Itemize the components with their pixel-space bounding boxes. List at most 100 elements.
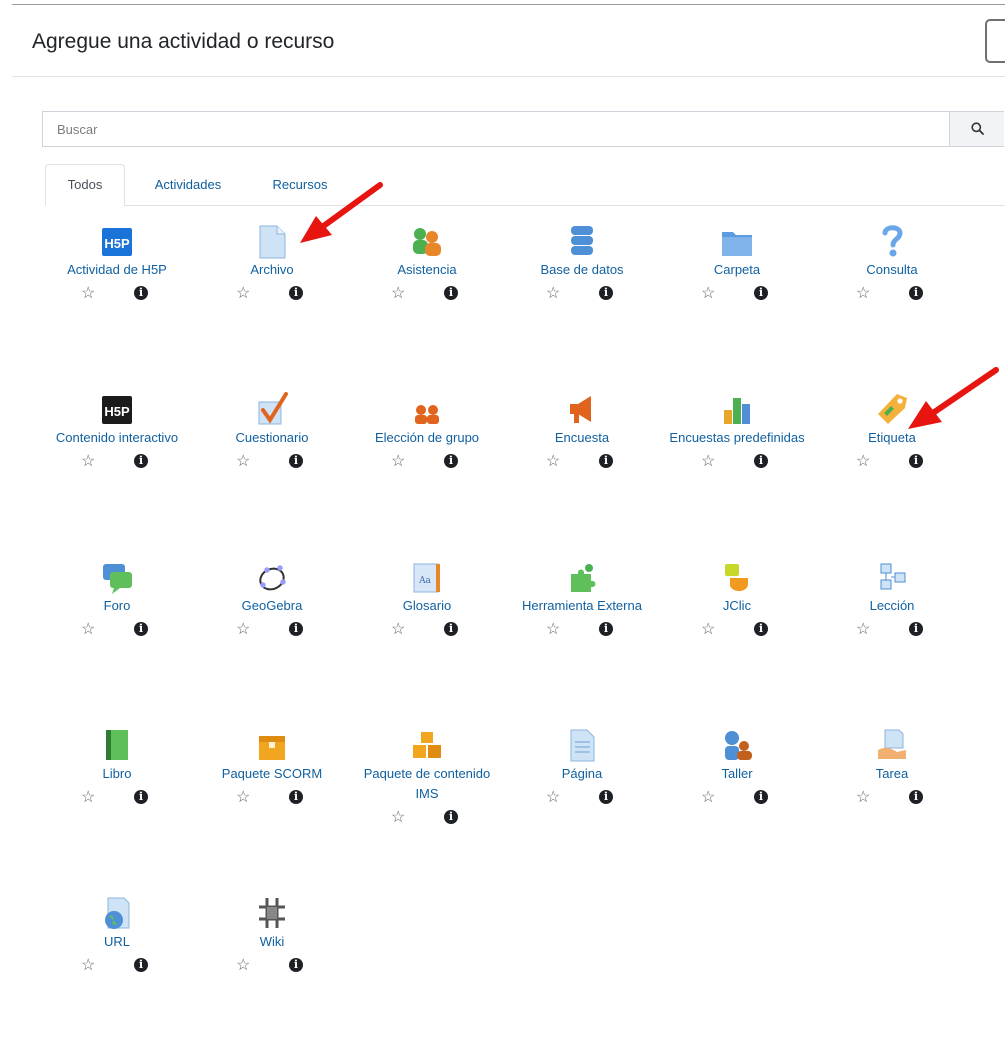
activity-name: Encuestas predefinidas <box>669 430 805 445</box>
activity-item[interactable]: Consulta ☆ i <box>817 212 967 310</box>
info-icon[interactable]: i <box>289 622 303 636</box>
info-icon[interactable]: i <box>599 622 613 636</box>
question-icon <box>875 222 909 260</box>
url-globe-icon <box>100 894 134 932</box>
star-icon[interactable]: ☆ <box>81 452 95 472</box>
info-icon[interactable]: i <box>754 622 768 636</box>
info-icon[interactable]: i <box>599 454 613 468</box>
activity-item[interactable]: Libro ☆ i <box>42 716 192 814</box>
activity-item[interactable]: Página ☆ i <box>507 716 657 814</box>
star-icon[interactable]: ☆ <box>391 620 405 640</box>
activity-item[interactable]: Paquete de contenido IMS ☆ i <box>352 716 502 834</box>
star-icon[interactable]: ☆ <box>391 284 405 304</box>
info-icon[interactable]: i <box>134 958 148 972</box>
tab-actividades[interactable]: Actividades <box>133 164 243 206</box>
activity-item[interactable]: Encuestas predefinidas ☆ i <box>662 380 812 478</box>
star-icon[interactable]: ☆ <box>391 808 405 828</box>
activity-item[interactable]: H5P Actividad de H5P ☆ i <box>42 212 192 310</box>
info-icon[interactable]: i <box>289 790 303 804</box>
activity-item[interactable]: Base de datos ☆ i <box>507 212 657 310</box>
info-icon[interactable]: i <box>754 454 768 468</box>
activity-name: Taller <box>721 766 753 781</box>
star-icon[interactable]: ☆ <box>546 284 560 304</box>
search-input[interactable] <box>43 112 948 146</box>
star-icon[interactable]: ☆ <box>236 284 250 304</box>
activity-name: Contenido interactivo <box>55 430 179 445</box>
activity-item[interactable]: Elección de grupo ☆ i <box>352 380 502 478</box>
activity-item[interactable]: Aa Glosario ☆ i <box>352 548 502 646</box>
info-icon[interactable]: i <box>909 790 923 804</box>
grid-row: URL ☆ i Wiki ☆ i <box>42 884 1002 1052</box>
info-icon[interactable]: i <box>444 286 458 300</box>
activity-item[interactable]: Taller ☆ i <box>662 716 812 814</box>
search-button[interactable] <box>949 112 1004 146</box>
activity-item[interactable]: Paquete SCORM ☆ i <box>197 716 347 814</box>
star-icon[interactable]: ☆ <box>701 452 715 472</box>
star-icon[interactable]: ☆ <box>856 284 870 304</box>
star-icon[interactable]: ☆ <box>236 620 250 640</box>
info-icon[interactable]: i <box>909 454 923 468</box>
activity-item[interactable]: JClic ☆ i <box>662 548 812 646</box>
info-icon[interactable]: i <box>754 286 768 300</box>
lesson-icon <box>875 558 909 596</box>
star-icon[interactable]: ☆ <box>701 284 715 304</box>
activity-item[interactable]: Lección ☆ i <box>817 548 967 646</box>
close-button[interactable] <box>985 19 1005 63</box>
star-icon[interactable]: ☆ <box>81 620 95 640</box>
star-icon[interactable]: ☆ <box>701 788 715 808</box>
info-icon[interactable]: i <box>444 810 458 824</box>
activity-item[interactable]: Wiki ☆ i <box>197 884 347 982</box>
quiz-icon <box>255 390 289 428</box>
folder-icon <box>720 222 754 260</box>
activity-name: Archivo <box>250 262 294 277</box>
star-icon[interactable]: ☆ <box>81 788 95 808</box>
svg-text:H5P: H5P <box>104 404 130 419</box>
info-icon[interactable]: i <box>754 790 768 804</box>
activity-item[interactable]: URL ☆ i <box>42 884 192 982</box>
activity-item[interactable]: Cuestionario ☆ i <box>197 380 347 478</box>
star-icon[interactable]: ☆ <box>236 452 250 472</box>
star-icon[interactable]: ☆ <box>856 788 870 808</box>
info-icon[interactable]: i <box>289 454 303 468</box>
activity-item[interactable]: Carpeta ☆ i <box>662 212 812 310</box>
search-icon <box>971 122 984 135</box>
star-icon[interactable]: ☆ <box>81 284 95 304</box>
info-icon[interactable]: i <box>134 790 148 804</box>
info-icon[interactable]: i <box>289 958 303 972</box>
activity-item[interactable]: H5P Contenido interactivo ☆ i <box>42 380 192 478</box>
grid-row: H5P Contenido interactivo ☆ i Cuestionari… <box>42 380 1002 548</box>
star-icon[interactable]: ☆ <box>236 788 250 808</box>
activity-name: Asistencia <box>397 262 457 277</box>
star-icon[interactable]: ☆ <box>546 620 560 640</box>
star-icon[interactable]: ☆ <box>391 452 405 472</box>
info-icon[interactable]: i <box>134 286 148 300</box>
info-icon[interactable]: i <box>909 622 923 636</box>
star-icon[interactable]: ☆ <box>546 452 560 472</box>
activity-item[interactable]: Foro ☆ i <box>42 548 192 646</box>
star-icon[interactable]: ☆ <box>701 620 715 640</box>
header-divider <box>12 76 1005 77</box>
info-icon[interactable]: i <box>444 454 458 468</box>
info-icon[interactable]: i <box>134 454 148 468</box>
activity-item[interactable]: GeoGebra ☆ i <box>197 548 347 646</box>
star-icon[interactable]: ☆ <box>236 956 250 976</box>
info-icon[interactable]: i <box>599 286 613 300</box>
activity-name: Tarea <box>875 766 909 781</box>
info-icon[interactable]: i <box>599 790 613 804</box>
star-icon[interactable]: ☆ <box>856 620 870 640</box>
info-icon[interactable]: i <box>289 286 303 300</box>
workshop-icon <box>720 726 754 764</box>
tab-todos[interactable]: Todos <box>45 164 125 206</box>
megaphone-icon <box>565 390 599 428</box>
star-icon[interactable]: ☆ <box>81 956 95 976</box>
star-icon[interactable]: ☆ <box>546 788 560 808</box>
page-icon <box>565 726 599 764</box>
annotation-arrow <box>300 182 383 243</box>
info-icon[interactable]: i <box>134 622 148 636</box>
info-icon[interactable]: i <box>444 622 458 636</box>
activity-item[interactable]: Herramienta Externa ☆ i <box>507 548 657 646</box>
activity-item[interactable]: Tarea ☆ i <box>817 716 967 814</box>
activity-item[interactable]: Encuesta ☆ i <box>507 380 657 478</box>
info-icon[interactable]: i <box>909 286 923 300</box>
star-icon[interactable]: ☆ <box>856 452 870 472</box>
